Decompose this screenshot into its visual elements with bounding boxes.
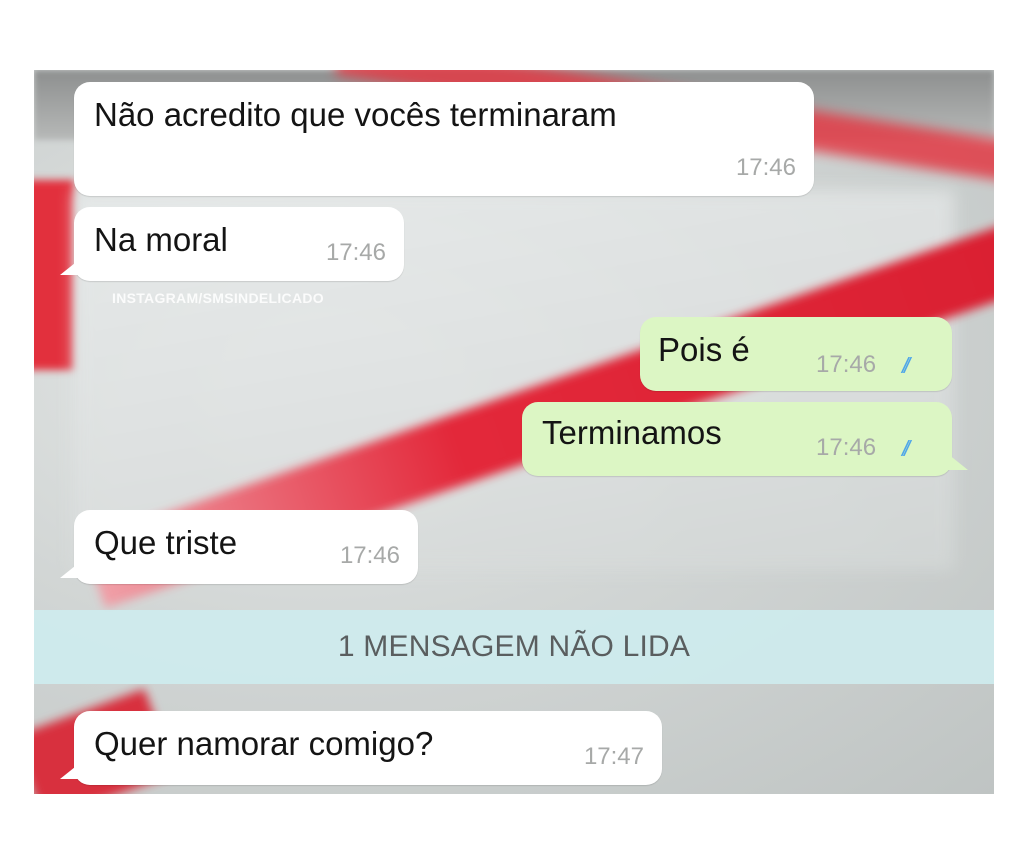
message-bubble-incoming[interactable]: Não acredito que vocês terminaram 17:46	[74, 82, 814, 196]
message-text: Pois é	[658, 331, 750, 368]
message-text: Que triste	[94, 524, 238, 561]
message-text: Terminamos	[542, 414, 722, 451]
message-text: Não acredito que vocês terminaram	[94, 96, 617, 133]
bubble-tail	[60, 259, 80, 275]
message-time: 17:46	[816, 434, 877, 461]
bubble-tail	[60, 562, 80, 578]
bubble-tail	[948, 454, 968, 470]
message-bubble-outgoing[interactable]: Pois é 17:46 //	[640, 317, 952, 391]
message-bubble-incoming[interactable]: Na moral 17:46	[60, 207, 404, 281]
wallpaper-red-band-left	[34, 180, 74, 370]
message-time: 17:46	[325, 239, 386, 266]
unread-messages-label: 1 MENSAGEM NÃO LIDA	[337, 630, 691, 663]
message-text: Na moral	[94, 221, 228, 258]
double-check-icon: //	[902, 353, 910, 378]
message-bubble-outgoing[interactable]: Terminamos 17:46 //	[522, 402, 968, 476]
message-time: 17:46	[816, 351, 877, 378]
message-time: 17:47	[583, 743, 644, 770]
unread-messages-banner: 1 MENSAGEM NÃO LIDA	[34, 610, 994, 684]
message-time: 17:46	[339, 542, 400, 569]
message-time: 17:46	[735, 154, 796, 181]
message-bubble-incoming[interactable]: Quer namorar comigo? 17:47	[60, 711, 662, 785]
instagram-watermark: INSTAGRAM/SMSINDELICADO	[112, 290, 324, 306]
double-check-icon: //	[902, 436, 910, 461]
message-text: Quer namorar comigo?	[94, 725, 434, 762]
message-bubble-incoming[interactable]: Que triste 17:46	[60, 510, 418, 584]
bubble-tail	[60, 763, 80, 779]
